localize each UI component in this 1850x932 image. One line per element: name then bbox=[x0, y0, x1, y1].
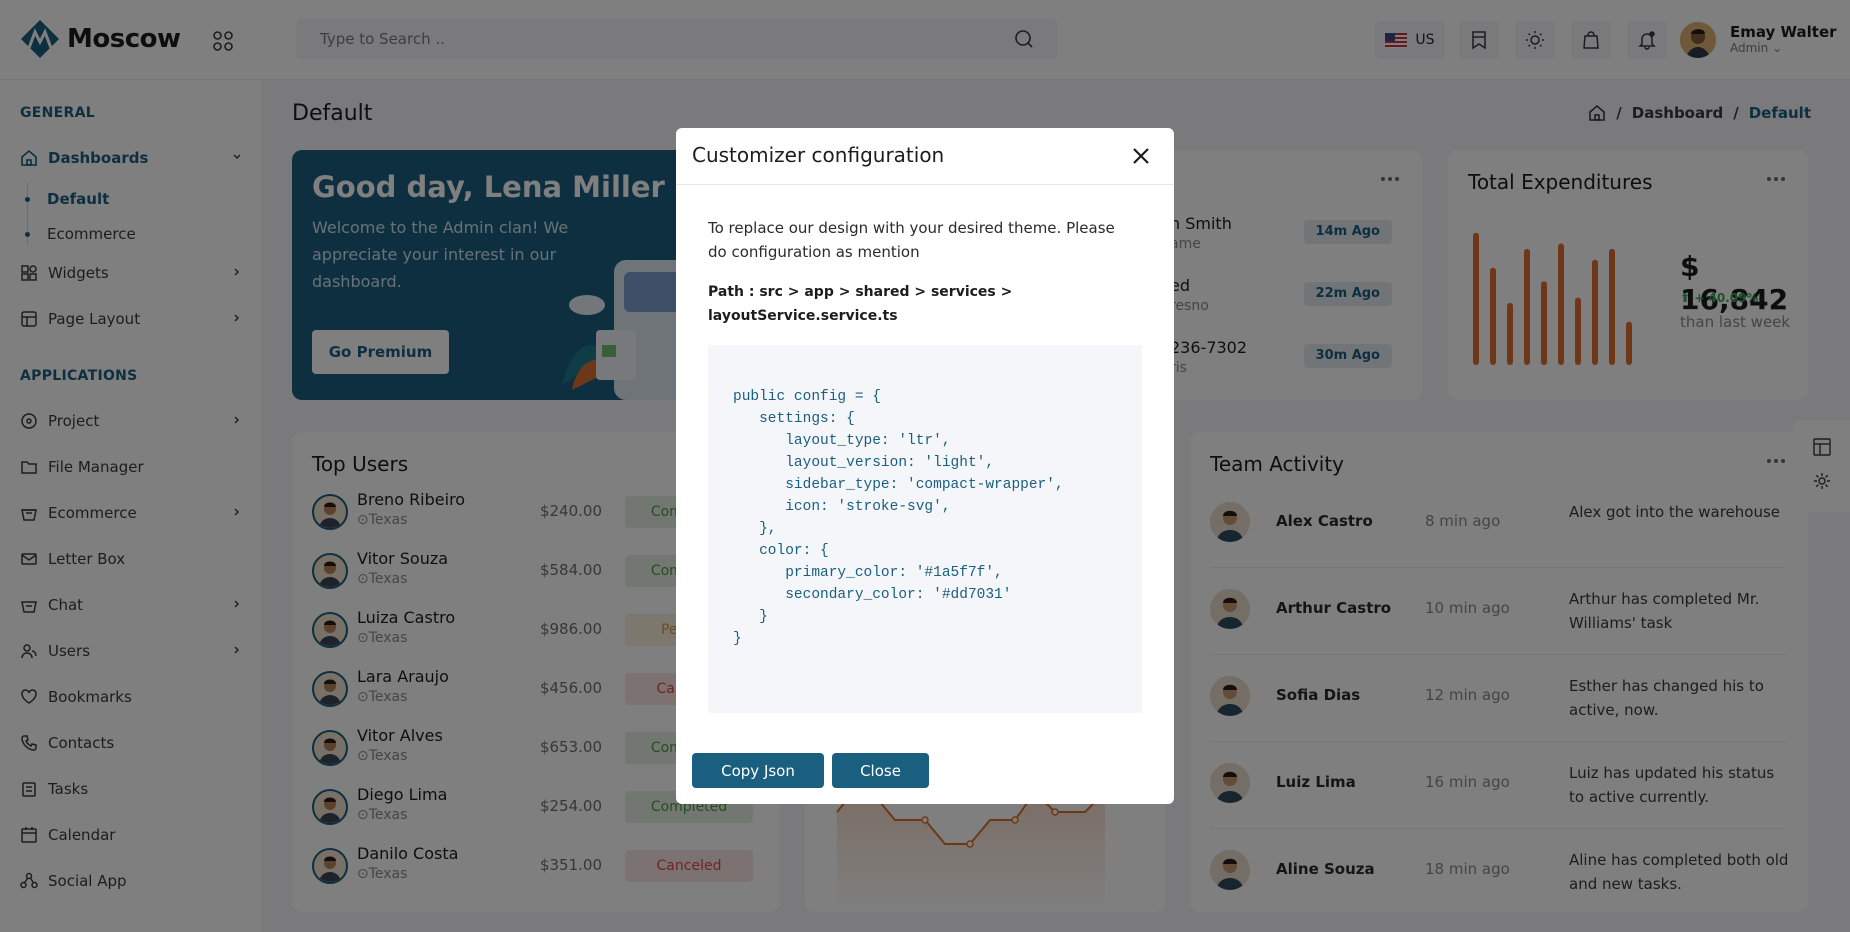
customizer-modal: Customizer configuration To replace our … bbox=[676, 128, 1174, 804]
config-code: public config = { settings: { layout_typ… bbox=[733, 389, 1064, 647]
close-icon[interactable] bbox=[1132, 147, 1150, 165]
modal-intro-text: To replace our design with your desired … bbox=[708, 219, 1115, 261]
close-button[interactable]: Close bbox=[832, 753, 929, 788]
copy-json-button[interactable]: Copy Json bbox=[692, 753, 824, 788]
modal-header: Customizer configuration bbox=[676, 128, 1174, 185]
config-code-block: public config = { settings: { layout_typ… bbox=[708, 345, 1142, 713]
modal-title: Customizer configuration bbox=[692, 143, 945, 167]
config-file-path: Path : src > app > shared > services > l… bbox=[708, 284, 1013, 324]
